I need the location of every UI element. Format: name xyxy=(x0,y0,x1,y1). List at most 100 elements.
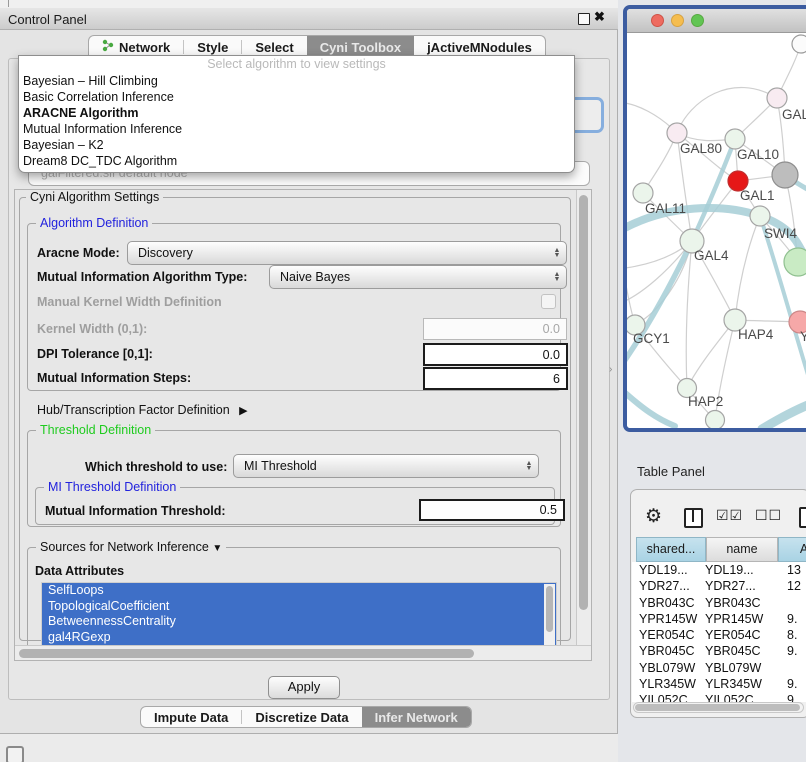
table-horizontal-scrollbar[interactable] xyxy=(633,702,804,713)
hub-section-toggle[interactable]: Hub/Transcription Factor Definition ▶ xyxy=(37,403,248,417)
column-header-shared[interactable]: shared... xyxy=(636,537,706,562)
top-strip-divider xyxy=(8,0,9,7)
cyni-algorithm-settings-title: Cyni Algorithm Settings xyxy=(26,190,163,204)
sources-group-title[interactable]: Sources for Network Inference ▼ xyxy=(36,540,226,554)
table-cell: 12 xyxy=(774,578,801,594)
mi-steps-field[interactable]: 6 xyxy=(423,367,568,390)
network-node-gal11[interactable] xyxy=(633,183,653,203)
network-node-swi4[interactable] xyxy=(750,206,770,226)
tab-impute-data[interactable]: Impute Data xyxy=(141,707,241,727)
table-row[interactable]: YDL19...YDL19...13 xyxy=(632,562,806,578)
network-canvas[interactable]: GALGAL80GAL10GAL1GAL11SWI4GAL4GCY1HAP4YH… xyxy=(627,33,806,428)
network-edge[interactable] xyxy=(677,88,777,133)
table-function-icon[interactable] xyxy=(799,507,806,528)
close-traffic-light[interactable] xyxy=(651,14,664,27)
network-node[interactable] xyxy=(792,35,806,53)
table-cell: YDR27... xyxy=(702,578,774,594)
algorithm-option[interactable]: ARACNE Algorithm xyxy=(19,105,574,121)
kernel-width-field[interactable]: 0.0 xyxy=(423,318,567,340)
table-row[interactable]: YPR145WYPR145W9. xyxy=(632,611,806,627)
mi-threshold-field[interactable]: 0.5 xyxy=(419,499,565,521)
network-node[interactable] xyxy=(772,162,798,188)
table-row[interactable]: YER054CYER054C8. xyxy=(632,627,806,643)
column-header-third[interactable]: A xyxy=(778,537,806,562)
network-node-gal10[interactable] xyxy=(725,129,745,149)
network-node[interactable] xyxy=(784,248,806,276)
network-node-gal80[interactable] xyxy=(667,123,687,143)
network-graph[interactable]: GALGAL80GAL10GAL1GAL11SWI4GAL4GCY1HAP4YH… xyxy=(627,33,806,428)
tab-infer-network[interactable]: Infer Network xyxy=(362,707,471,727)
settings-horizontal-scrollbar-thumb[interactable] xyxy=(19,649,474,658)
table-row[interactable]: YBL079WYBL079W xyxy=(632,660,806,676)
collapse-down-icon: ▼ xyxy=(212,543,222,554)
table-cell: YBR043C xyxy=(702,595,774,611)
deselect-all-checkboxes-icon[interactable]: ☐☐ xyxy=(755,507,782,524)
table-row[interactable]: YBR045CYBR045C9. xyxy=(632,643,806,659)
algorithm-popup-list: Bayesian – Hill ClimbingBasic Correlatio… xyxy=(19,73,574,170)
mi-threshold-label: Mutual Information Threshold: xyxy=(45,504,226,518)
algorithm-option[interactable]: Mutual Information Inference xyxy=(19,121,574,137)
network-node-label: GAL80 xyxy=(680,141,722,156)
data-attributes-list[interactable]: SelfLoopsTopologicalCoefficientBetweenne… xyxy=(41,582,557,647)
attr-list-scrollbar[interactable] xyxy=(544,584,555,646)
attr-list-scrollbar-thumb[interactable] xyxy=(546,586,553,632)
control-panel-titlebar xyxy=(0,8,618,30)
which-threshold-combo[interactable]: MI Threshold ▲▼ xyxy=(233,454,539,478)
column-layout-icon[interactable] xyxy=(684,508,703,528)
aracne-mode-combo[interactable]: Discovery ▲▼ xyxy=(127,241,567,265)
table-row[interactable]: YIL052CYIL052C9. xyxy=(632,692,806,702)
dock-corner-icon[interactable] xyxy=(6,746,24,762)
network-edge-highlighted[interactable] xyxy=(762,403,806,428)
panel-splitter-handle[interactable]: › xyxy=(609,364,612,375)
column-header-name[interactable]: name xyxy=(706,537,778,562)
network-node-label: GCY1 xyxy=(633,331,670,346)
network-edge[interactable] xyxy=(686,241,692,388)
table-row[interactable]: YDR27...YDR27...12 xyxy=(632,578,806,594)
algorithm-option[interactable]: Bayesian – Hill Climbing xyxy=(19,73,574,89)
network-window-titlebar xyxy=(627,9,806,33)
table-horizontal-scrollbar-thumb[interactable] xyxy=(635,704,800,711)
network-node-label: GAL10 xyxy=(737,147,779,162)
settings-horizontal-scrollbar[interactable] xyxy=(15,645,591,660)
data-attribute-item[interactable]: TopologicalCoefficient xyxy=(42,599,556,615)
table-cell: YER054C xyxy=(632,627,702,643)
bottom-tabbar: Impute Data Discretize Data Infer Networ… xyxy=(140,706,472,728)
float-window-icon[interactable] xyxy=(578,13,590,25)
network-tab-icon xyxy=(102,39,114,55)
zoom-traffic-light[interactable] xyxy=(691,14,704,27)
table-row[interactable]: YLR345WYLR345W9. xyxy=(632,676,806,692)
gear-icon[interactable]: ⚙ xyxy=(645,505,662,528)
table-cell: YBL079W xyxy=(702,660,774,676)
minimize-traffic-light[interactable] xyxy=(671,14,684,27)
dpi-tolerance-field[interactable]: 0.0 xyxy=(423,343,568,366)
settings-vertical-scrollbar[interactable] xyxy=(576,190,591,645)
network-node-gal[interactable] xyxy=(767,88,787,108)
kernel-width-label: Kernel Width (0,1): xyxy=(37,322,147,336)
select-all-checkboxes-icon[interactable]: ☑☑ xyxy=(716,507,743,524)
network-edge[interactable] xyxy=(735,216,760,320)
manual-kernel-checkbox[interactable] xyxy=(541,294,556,309)
algorithm-option[interactable]: Dream8 DC_TDC Algorithm xyxy=(19,153,574,169)
mi-type-combo[interactable]: Naive Bayes ▲▼ xyxy=(269,265,567,289)
table-row[interactable]: YBR043CYBR043C xyxy=(632,595,806,611)
network-node[interactable] xyxy=(706,411,725,429)
network-edge-highlighted[interactable] xyxy=(627,391,675,426)
close-icon[interactable]: ✖ xyxy=(594,9,605,25)
settings-vertical-scrollbar-thumb[interactable] xyxy=(579,195,588,610)
table-panel-title: Table Panel xyxy=(637,464,705,479)
data-attribute-item[interactable]: BetweennessCentrality xyxy=(42,614,556,630)
table-cell: YDR27... xyxy=(632,578,702,594)
table-cell xyxy=(774,595,787,611)
table-cell: 9. xyxy=(774,611,797,627)
data-attribute-item[interactable]: gal4RGexp xyxy=(42,630,556,646)
network-edge[interactable] xyxy=(687,320,735,388)
screen: Control Panel ✖ Network Style Select Cyn… xyxy=(0,0,806,762)
data-attribute-item[interactable]: SelfLoops xyxy=(42,583,556,599)
algorithm-option[interactable]: Bayesian – K2 xyxy=(19,137,574,153)
data-attributes-label: Data Attributes xyxy=(35,564,124,578)
tab-discretize-data[interactable]: Discretize Data xyxy=(242,707,361,727)
algorithm-option[interactable]: Basic Correlation Inference xyxy=(19,89,574,105)
network-node-label: GAL4 xyxy=(694,248,729,263)
apply-button[interactable]: Apply xyxy=(268,676,340,699)
table-cell: YPR145W xyxy=(632,611,702,627)
